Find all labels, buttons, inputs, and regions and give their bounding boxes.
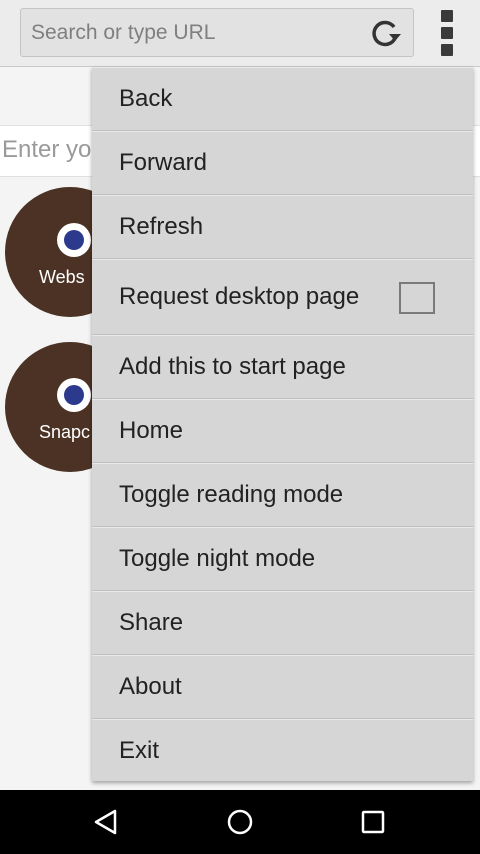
tile-label: Webs: [39, 267, 85, 287]
reload-button[interactable]: [367, 15, 403, 51]
globe-icon: [57, 378, 91, 412]
menu-item-add-to-start[interactable]: Add this to start page: [92, 335, 473, 399]
menu-item-back[interactable]: Back: [92, 67, 473, 131]
menu-item-label: Add this to start page: [119, 353, 346, 380]
menu-item-label: Toggle night mode: [119, 545, 316, 572]
overflow-menu-button[interactable]: [432, 8, 462, 58]
globe-icon: [57, 223, 91, 257]
nav-recents-button[interactable]: [355, 804, 391, 840]
menu-item-label: Forward: [119, 149, 208, 176]
home-circle-icon: [227, 809, 253, 835]
menu-item-label: Home: [119, 417, 184, 444]
menu-item-label: Toggle reading mode: [119, 481, 344, 508]
request-desktop-checkbox[interactable]: [399, 282, 435, 314]
back-triangle-icon: [94, 809, 117, 835]
tile-label: Snapc: [39, 422, 91, 442]
nav-back-button[interactable]: [88, 804, 124, 840]
menu-item-label: Back: [119, 85, 173, 112]
menu-item-reading-mode[interactable]: Toggle reading mode: [92, 463, 473, 527]
menu-item-request-desktop[interactable]: Request desktop page: [92, 259, 473, 335]
menu-item-label: Request desktop page: [119, 283, 360, 310]
menu-item-forward[interactable]: Forward: [92, 131, 473, 195]
menu-item-exit[interactable]: Exit: [92, 719, 473, 781]
menu-item-label: Share: [119, 609, 184, 636]
menu-item-about[interactable]: About: [92, 655, 473, 719]
menu-item-label: Exit: [119, 737, 160, 764]
url-bar[interactable]: [20, 8, 414, 57]
nav-home-button[interactable]: [222, 804, 258, 840]
system-navigation-bar: [0, 790, 480, 854]
menu-item-refresh[interactable]: Refresh: [92, 195, 473, 259]
menu-item-night-mode[interactable]: Toggle night mode: [92, 527, 473, 591]
menu-item-label: Refresh: [119, 213, 204, 240]
url-input[interactable]: [31, 9, 351, 56]
recents-square-icon: [361, 810, 385, 834]
overflow-menu: Back Forward Refresh Request desktop pag…: [92, 67, 473, 781]
menu-item-share[interactable]: Share: [92, 591, 473, 655]
browser-toolbar: [0, 0, 480, 67]
menu-item-home[interactable]: Home: [92, 399, 473, 463]
menu-item-label: About: [119, 673, 182, 700]
reload-icon: [372, 20, 401, 47]
